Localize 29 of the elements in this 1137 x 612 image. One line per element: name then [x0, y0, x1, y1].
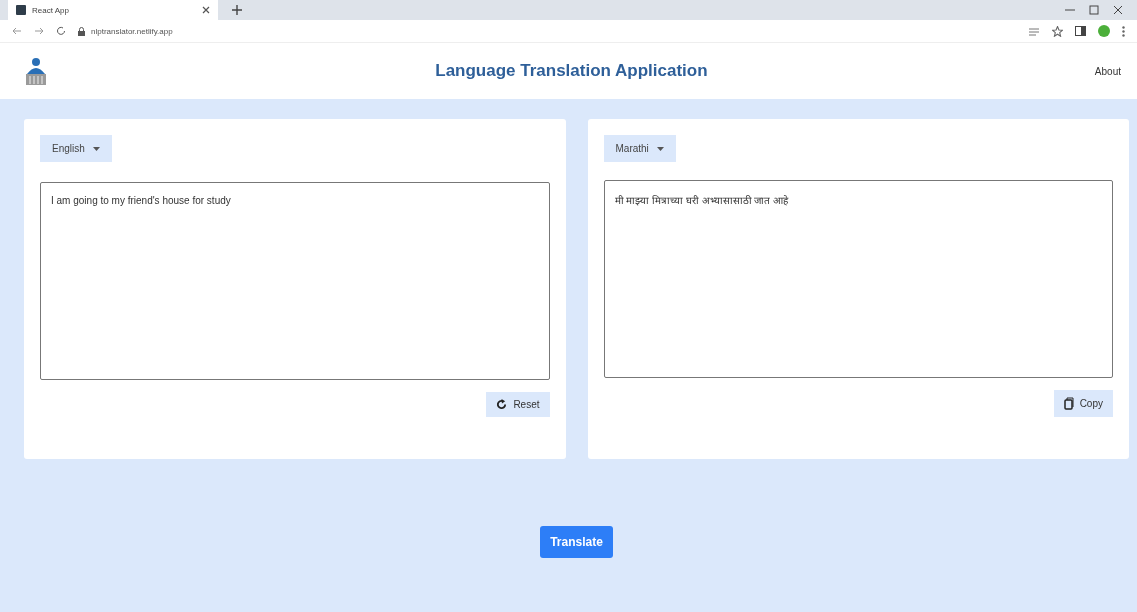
app-title: Language Translation Application — [434, 61, 709, 81]
address-bar[interactable]: nlptranslator.netlify.app — [78, 23, 1016, 39]
new-tab-icon[interactable] — [232, 5, 242, 15]
close-icon[interactable] — [202, 6, 210, 14]
lock-icon — [78, 26, 85, 36]
forward-icon[interactable] — [34, 26, 44, 36]
back-icon[interactable] — [12, 26, 22, 36]
caret-icon — [92, 146, 100, 151]
logo-icon — [24, 56, 48, 86]
profile-avatar[interactable] — [1098, 25, 1110, 37]
language-select[interactable]: Marathi — [603, 135, 676, 162]
menu-icon[interactable] — [1122, 25, 1125, 37]
sidebar-icon[interactable] — [1075, 26, 1086, 36]
reset-button[interactable]: Reset — [486, 392, 550, 417]
output-field[interactable]: मी माझ्या मित्राच्या घरी अभ्यासासाठी जात आहे — [603, 180, 1113, 378]
caret-icon — [656, 146, 664, 151]
language-select[interactable]: English — [40, 135, 112, 162]
star-icon[interactable] — [1052, 25, 1063, 37]
close-icon[interactable] — [1113, 5, 1123, 15]
about-link[interactable]: About — [1094, 65, 1121, 77]
copy-icon — [1063, 397, 1074, 410]
reload-icon[interactable] — [56, 26, 66, 36]
favicon-icon — [16, 5, 26, 15]
copy-button[interactable]: Copy — [1053, 390, 1113, 417]
input-field[interactable]: I am going to my friend's house for study — [40, 182, 550, 380]
browser-tab[interactable]: React App — [8, 0, 218, 20]
maximize-icon[interactable] — [1089, 5, 1099, 15]
translate-button[interactable]: Translate — [540, 526, 613, 558]
reset-icon — [496, 399, 508, 410]
